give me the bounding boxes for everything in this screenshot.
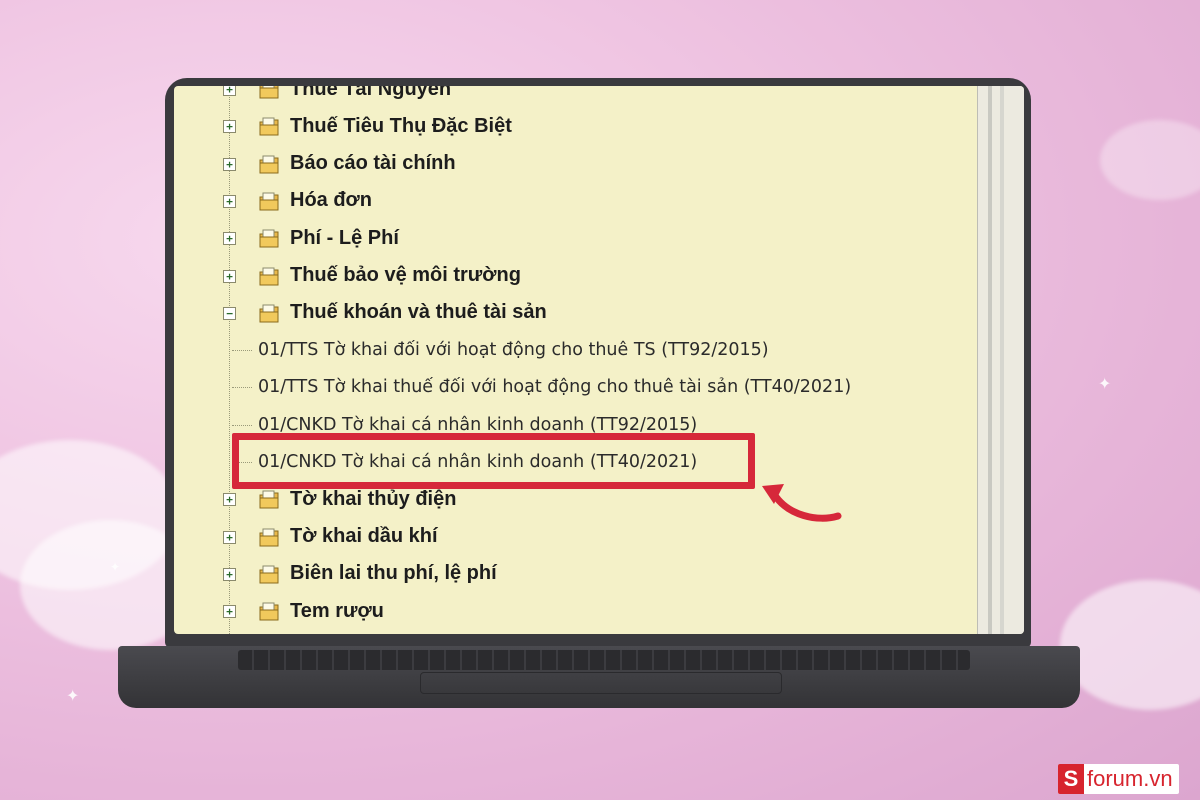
tree-folder-item[interactable]: + Biên lai thu phí, lệ phí (174, 559, 974, 589)
expand-icon[interactable]: + (223, 493, 236, 507)
tree-leaf-label: 01/TTS Tờ khai thuế đối với hoạt động ch… (258, 377, 852, 398)
tree-leaf-item[interactable]: 01/TTS Tờ khai đối với hoạt động cho thu… (174, 335, 974, 365)
folder-document-icon (258, 526, 280, 548)
tree-leaf-label: 01/TTS Tờ khai đối với hoạt động cho thu… (258, 340, 769, 361)
tree-folder-item[interactable]: − Thuế khoán và thuê tài sản (174, 298, 974, 328)
tree-folder-label: Tem rượu (290, 599, 384, 622)
tree-folder-item[interactable]: + Thuế Tiêu Thụ Đặc Biệt (174, 111, 974, 141)
tree-folder-item[interactable]: + Tờ khai dầu khí (174, 522, 974, 552)
folder-document-icon (258, 302, 280, 324)
tree-connector (232, 424, 252, 426)
watermark-text: forum.vn (1087, 766, 1173, 791)
expand-icon[interactable]: + (223, 157, 236, 171)
tree-folder-label: Thuế khoán và thuê tài sản (290, 301, 547, 324)
tree-folder-item[interactable]: + Phí - Lệ Phí (174, 223, 974, 253)
expand-icon[interactable]: + (223, 120, 236, 134)
folder-document-icon (258, 86, 280, 100)
expand-icon[interactable]: + (223, 194, 236, 208)
tree-folder-item[interactable]: + Thuế bảo vệ môi trường (174, 261, 974, 291)
vertical-scrollbar[interactable] (977, 86, 1024, 634)
folder-document-icon (258, 227, 280, 249)
tree-connector (232, 387, 252, 389)
expand-icon[interactable]: + (223, 530, 236, 544)
tree-folder-label: Phí - Lệ Phí (290, 226, 399, 249)
tree-folder-label: Hóa đơn (290, 189, 372, 212)
background-cloud (1100, 120, 1200, 200)
tree-folder-label: Biên lai thu phí, lệ phí (290, 562, 497, 585)
collapse-icon[interactable]: − (223, 306, 236, 320)
sforum-logo-icon: S (1058, 764, 1084, 794)
folder-document-icon (258, 563, 280, 585)
sparkle-icon: ✦ (110, 560, 121, 574)
sparkle-icon: ✦ (66, 686, 80, 705)
tree-folder-item[interactable]: + Báo cáo tài chính (174, 149, 974, 179)
tree-folder-item[interactable]: + Tem rượu (174, 596, 974, 626)
tree-folder-item[interactable]: + Hóa đơn (174, 186, 974, 216)
tree-connector (232, 350, 252, 352)
sforum-watermark: S forum.vn (1058, 764, 1179, 794)
expand-icon[interactable]: + (223, 86, 236, 96)
tree-folder-label: Thuế bảo vệ môi trường (290, 264, 521, 286)
tree-folder-item[interactable]: + Thuế Tài Nguyên (174, 86, 974, 104)
folder-document-icon (258, 488, 280, 510)
tree-folder-label: Tờ khai dầu khí (290, 525, 438, 548)
expand-icon[interactable]: + (223, 269, 236, 283)
tree-leaf-item[interactable]: 01/TTS Tờ khai thuế đối với hoạt động ch… (174, 372, 974, 402)
expand-icon[interactable]: + (223, 605, 236, 619)
background-cloud (1060, 580, 1200, 710)
folder-document-icon (258, 190, 280, 212)
expand-icon[interactable]: + (223, 232, 236, 246)
curved-arrow-icon (762, 484, 842, 522)
laptop-keyboard (238, 650, 970, 670)
folder-document-icon (258, 115, 280, 137)
highlight-box (232, 433, 755, 489)
folder-document-icon (258, 153, 280, 175)
expand-icon[interactable]: + (223, 567, 236, 581)
tree-folder-label: Báo cáo tài chính (290, 152, 456, 175)
tree-leaf-label: 01/CNKD Tờ khai cá nhân kinh doanh (TT92… (258, 414, 698, 435)
laptop-screen: + Thuế Tài Nguyên + Thuế Tiêu Thụ Đặc Biệt +… (174, 86, 1024, 634)
tree-folder-label: Tờ khai thủy điện (290, 487, 457, 510)
folder-document-icon (258, 265, 280, 287)
laptop-touchpad (420, 672, 782, 694)
tree-folder-label: Thuế Tiêu Thụ Đặc Biệt (290, 114, 512, 137)
sparkle-icon: ✦ (1098, 374, 1112, 393)
tree-folder-label: Thuế Tài Nguyên (290, 86, 452, 100)
folder-document-icon (258, 600, 280, 622)
